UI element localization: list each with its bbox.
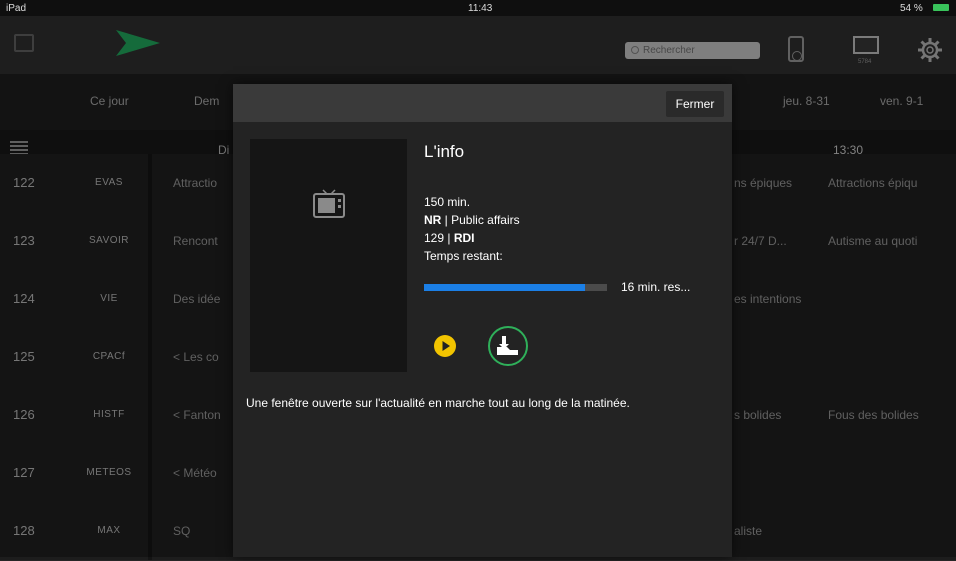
program-rating: NR — [424, 213, 442, 227]
program-rating-genre: NR | Public affairs — [424, 213, 520, 227]
program-duration: 150 min. — [424, 195, 471, 209]
download-button[interactable] — [488, 326, 528, 366]
play-icon — [442, 341, 450, 351]
device-label: iPad — [6, 3, 27, 14]
battery-percent: 54 % — [900, 3, 923, 14]
play-button[interactable] — [434, 335, 456, 357]
tv-placeholder-icon — [313, 189, 345, 218]
program-poster — [250, 139, 407, 372]
progress-fill — [424, 284, 586, 291]
progress-bar — [424, 284, 607, 291]
program-genre: | Public affairs — [441, 213, 520, 227]
modal-header: Fermer — [233, 84, 732, 122]
time-left-label: Temps restant: — [424, 249, 503, 263]
battery-icon — [933, 4, 949, 11]
download-icon — [497, 336, 518, 355]
remaining-time: 16 min. res... — [621, 280, 691, 294]
status-bar: iPad 11:43 54 % — [0, 0, 956, 16]
close-button[interactable]: Fermer — [666, 91, 724, 117]
program-detail-modal: Fermer L'info 150 min. NR | Public affai… — [233, 84, 732, 557]
program-channel: 129 | RDI — [424, 231, 474, 245]
program-title: L'info — [424, 142, 465, 161]
clock: 11:43 — [468, 3, 493, 14]
program-description: Une fenêtre ouverte sur l'actualité en m… — [246, 396, 630, 410]
channel-number: 129 | — [424, 231, 454, 245]
channel-name: RDI — [453, 231, 475, 245]
